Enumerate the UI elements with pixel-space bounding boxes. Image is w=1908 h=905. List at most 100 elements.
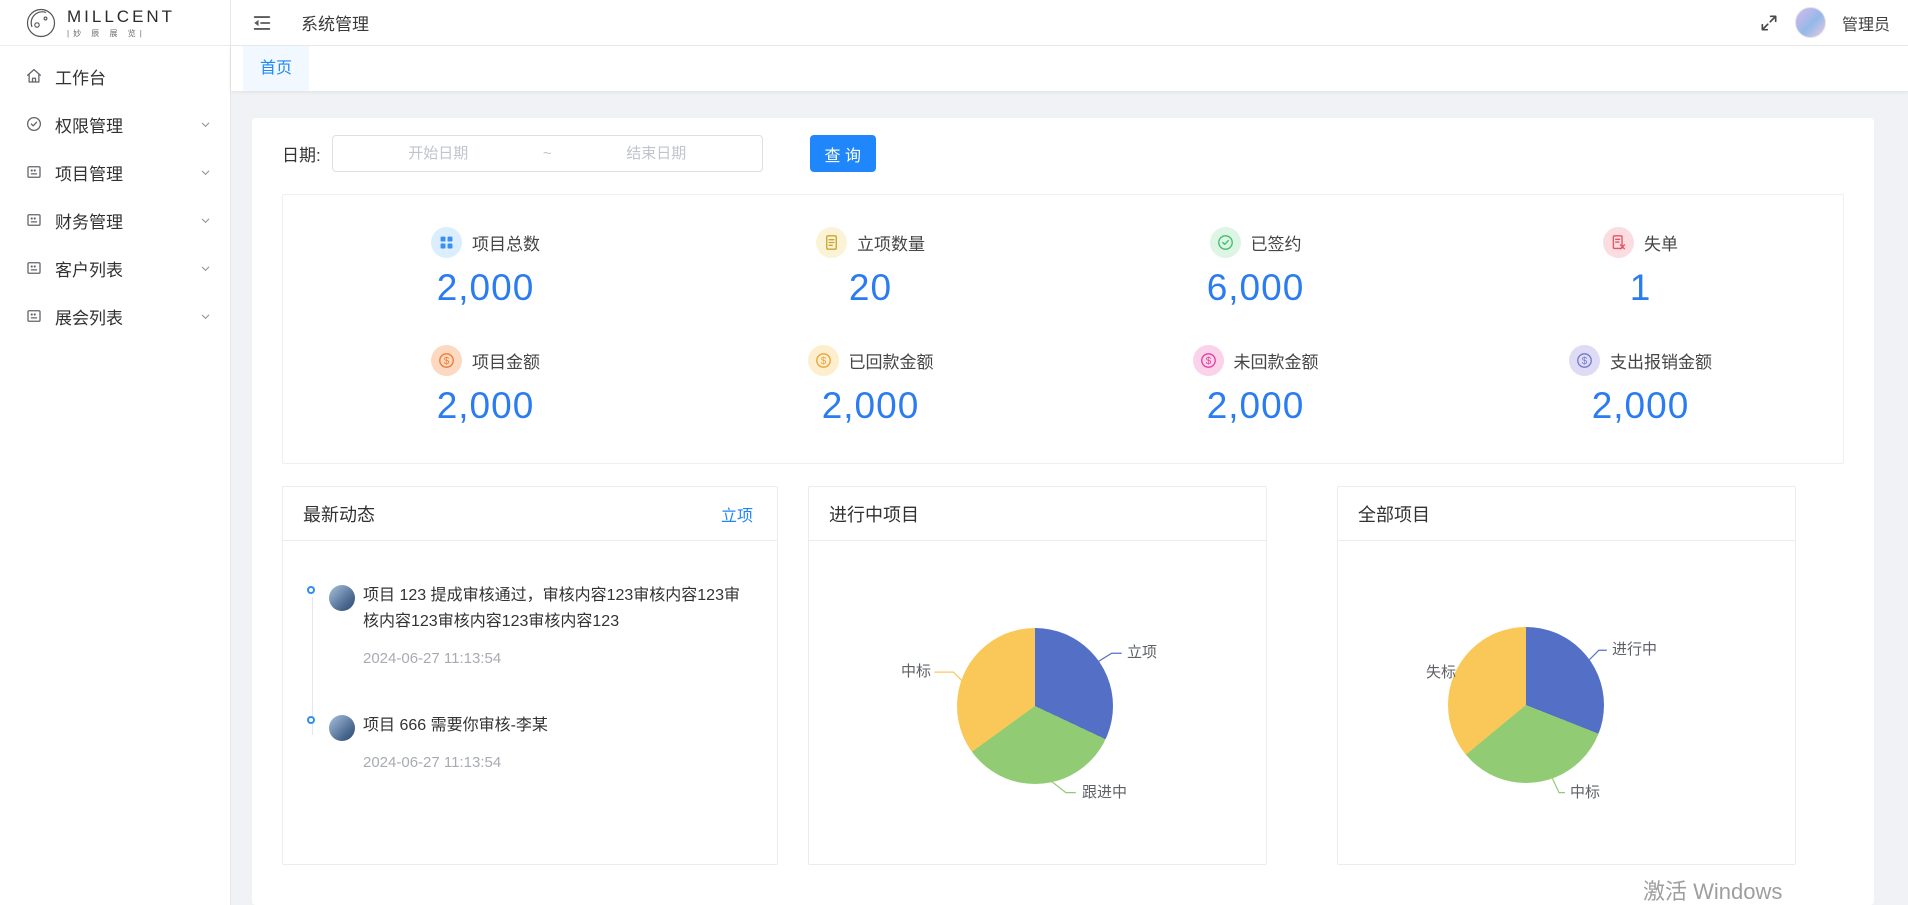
sidebar-item-label: 财务管理 [55,208,123,233]
stat-label: 已签约 [1251,230,1302,255]
sidebar-item-customers[interactable]: 客户列表 [0,244,230,292]
stat-value: 2,000 [822,385,920,427]
pie-chart[interactable] [1448,627,1604,783]
stat-value: 1 [1630,267,1652,309]
stat-value: 6,000 [1207,267,1305,309]
activity-text: 项目 123 提成审核通过，审核内容123审核内容123审核内容123审核内容1… [363,583,753,635]
coin-icon: $ [1193,345,1224,376]
fold-sidebar-icon[interactable] [251,12,273,34]
stat-label: 失单 [1644,230,1678,255]
stat-label: 支出报销金额 [1610,348,1712,373]
breadcrumb: 系统管理 [301,10,369,35]
ongoing-projects-panel: 进行中项目 立项 中标 跟进中 [808,486,1267,865]
svg-text:$: $ [444,356,450,367]
app-window-icon [25,163,43,181]
search-button[interactable]: 查 询 [810,135,876,172]
stat-label: 项目总数 [472,230,540,255]
user-avatar[interactable] [1795,7,1826,38]
sidebar: MILLCENT |妙 辰 展 览| 工作台 权限管理 [0,0,231,905]
main-column: 系统管理 管理员 首页 日期: ~ [231,0,1908,905]
sidebar-item-workbench[interactable]: 工作台 [0,52,230,100]
document-icon [816,227,847,258]
stat-label: 未回款金额 [1234,348,1319,373]
sidebar-item-label: 项目管理 [55,160,123,185]
app-window-icon [25,307,43,325]
pie-label: 失标 [1426,665,1456,681]
date-range-picker[interactable]: ~ [332,135,763,172]
sidebar-item-label: 客户列表 [55,256,123,281]
sidebar-item-label: 工作台 [55,64,106,89]
brand-logo: MILLCENT |妙 辰 展 览| [0,0,230,46]
activity-timestamp: 2024-06-27 11:13:54 [363,650,753,667]
brand-subtitle: |妙 辰 展 览| [67,30,175,38]
stat-value: 20 [849,267,892,309]
stat-initiated-count: 立项数量 20 [678,227,1063,309]
sidebar-item-permissions[interactable]: 权限管理 [0,100,230,148]
ongoing-projects-chart: 立项 中标 跟进中 [809,541,1266,865]
fullscreen-icon[interactable] [1759,13,1779,33]
svg-text:$: $ [1205,356,1211,367]
stat-value: 2,000 [1592,385,1690,427]
timeline-dot-icon [307,716,315,724]
activity-item: 项目 123 提成审核通过，审核内容123审核内容123审核内容123审核内容1… [305,583,753,667]
stat-total-projects: 项目总数 2,000 [293,227,678,309]
activity-item: 项目 666 需要你审核-李某 2024-06-27 11:13:54 [305,713,753,771]
initiate-project-link[interactable]: 立项 [721,502,753,526]
all-projects-panel: 全部项目 进行中 失标 中标 [1337,486,1796,865]
panel-title: 进行中项目 [829,501,919,527]
brand-name: MILLCENT [67,7,175,26]
home-icon [25,67,43,85]
timeline-dot-icon [307,586,315,594]
chevron-down-icon [199,118,212,131]
document-x-icon [1603,227,1634,258]
grid-icon [431,227,462,258]
shield-check-icon [1210,227,1241,258]
pie-label: 立项 [1127,645,1157,661]
stat-label: 已回款金额 [849,348,934,373]
sidebar-item-label: 权限管理 [55,112,123,137]
page-content: 日期: ~ 查 询 项目总数 [231,91,1908,905]
app-window-icon [25,259,43,277]
pie-label: 中标 [901,664,931,680]
panel-title: 全部项目 [1358,501,1430,527]
top-header: 系统管理 管理员 [231,0,1908,46]
stat-signed: 已签约 6,000 [1063,227,1448,309]
tab-home[interactable]: 首页 [243,46,309,91]
stat-received-amount: $ 已回款金额 2,000 [678,345,1063,427]
start-date-input[interactable] [339,145,538,162]
chevron-down-icon [199,310,212,323]
pie-chart[interactable] [957,628,1113,784]
coin-icon: $ [808,345,839,376]
stats-panel: 项目总数 2,000 立项数量 20 [282,194,1844,464]
date-range-separator: ~ [538,145,557,162]
svg-text:$: $ [820,356,826,367]
activity-timestamp: 2024-06-27 11:13:54 [363,754,753,771]
sidebar-item-exhibitions[interactable]: 展会列表 [0,292,230,340]
sidebar-item-projects[interactable]: 项目管理 [0,148,230,196]
coin-icon: $ [1569,345,1600,376]
activity-timeline: 项目 123 提成审核通过，审核内容123审核内容123审核内容123审核内容1… [283,541,777,865]
sidebar-nav: 工作台 权限管理 项目管理 财务管理 [0,46,230,340]
stat-project-amount: $ 项目金额 2,000 [293,345,678,427]
chevron-down-icon [199,166,212,179]
pie-label: 进行中 [1612,642,1657,658]
stat-lost-orders: 失单 1 [1448,227,1833,309]
badge-check-icon [25,115,43,133]
pie-label: 跟进中 [1082,785,1127,801]
header-actions: 管理员 [1759,7,1898,38]
latest-activity-panel: 最新动态 立项 项目 123 提成审核通过，审核内容123审核内容123审核内容… [282,486,778,865]
chevron-down-icon [199,214,212,227]
stat-value: 2,000 [437,267,535,309]
brand-logo-icon [24,6,58,40]
sidebar-item-finance[interactable]: 财务管理 [0,196,230,244]
date-filter-row: 日期: ~ 查 询 [282,135,1844,172]
activity-text: 项目 666 需要你审核-李某 [363,713,753,739]
end-date-input[interactable] [557,145,756,162]
activity-avatar [329,585,355,611]
stat-label: 项目金额 [472,348,540,373]
stat-expense-amount: $ 支出报销金额 2,000 [1448,345,1833,427]
tab-bar: 首页 [231,46,1908,91]
app-root: MILLCENT |妙 辰 展 览| 工作台 权限管理 [0,0,1908,905]
user-name[interactable]: 管理员 [1842,11,1890,35]
chevron-down-icon [199,262,212,275]
